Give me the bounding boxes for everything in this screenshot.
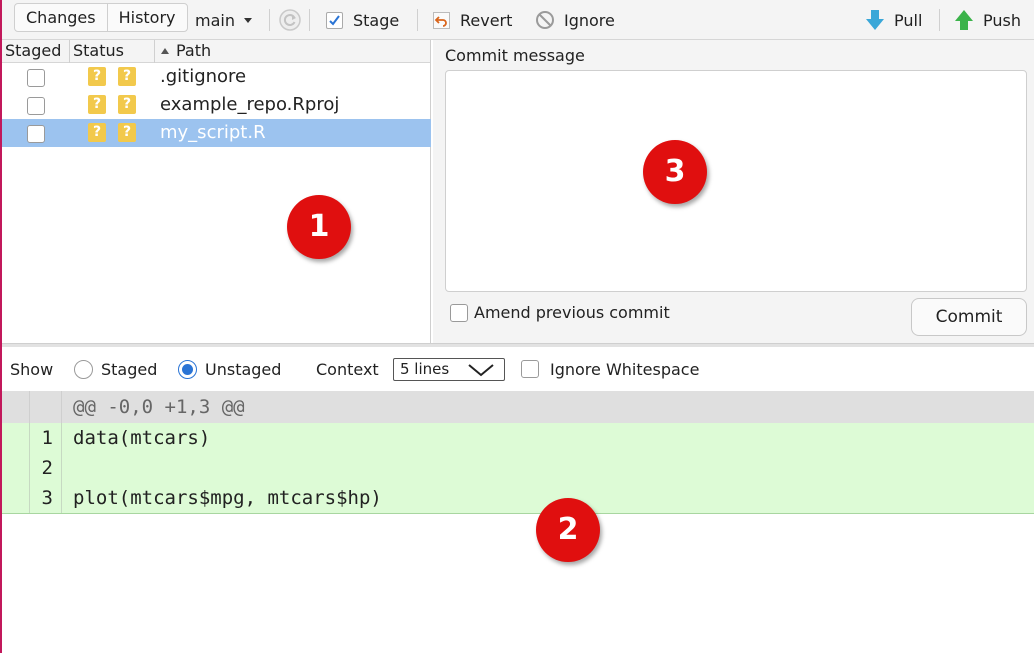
column-header-staged[interactable]: Staged [5,40,61,62]
diff-gutter-old [2,391,30,423]
file-list-panel: Staged Status Path ? ? .gitignore ? ? ex… [2,40,431,343]
revert-button[interactable]: Revert [433,0,512,40]
context-select-value: 5 lines [400,359,450,378]
ignore-whitespace-label: Ignore Whitespace [550,359,700,379]
status-untracked-badge: ? [118,67,136,86]
diff-gutter-old [2,483,30,513]
toolbar-divider [939,9,940,31]
diff-view: @@ -0,0 +1,3 @@ 1 data(mtcars) 2 3 plot(… [2,391,1034,514]
file-path: my_script.R [160,122,266,143]
revert-label: Revert [460,10,513,30]
show-label: Show [10,359,54,379]
stage-label: Stage [353,10,400,30]
diff-added-line[interactable]: 2 [2,453,1034,483]
chevron-down-icon [243,18,252,23]
status-untracked-badge: ? [88,67,106,86]
amend-checkbox[interactable] [450,303,468,322]
status-untracked-badge: ? [88,123,106,142]
file-path: .gitignore [160,66,247,87]
ignore-label: Ignore [564,10,615,30]
pull-button[interactable]: Pull [864,0,922,40]
hunk-header-text: @@ -0,0 +1,3 @@ [73,396,245,418]
toolbar: Changes History main Stage Revert Ignore [2,0,1034,40]
amend-option[interactable]: Amend previous commit [450,303,670,322]
staged-radio-label: Staged [101,359,158,379]
toolbar-divider [417,9,418,31]
column-header-status[interactable]: Status [73,40,124,62]
ignore-button[interactable]: Ignore [535,0,615,40]
commit-panel: Commit message Amend previous commit Com… [433,40,1034,343]
callout-badge-3: 3 [643,140,707,204]
status-untracked-badge: ? [88,95,106,114]
stage-button[interactable]: Stage [326,0,399,40]
diff-gutter-old [2,453,30,483]
commit-message-input[interactable] [445,70,1027,292]
status-untracked-badge: ? [118,95,136,114]
line-text: data(mtcars) [73,427,211,449]
column-header-path[interactable]: Path [160,40,211,62]
unstaged-radio[interactable] [178,359,197,379]
column-header-path-label: Path [176,41,212,60]
staged-checkbox[interactable] [27,69,45,87]
pull-label: Pull [894,10,923,30]
staged-checkbox[interactable] [27,97,45,115]
branch-name: main [195,10,235,30]
tab-changes[interactable]: Changes [15,4,107,31]
diff-options-bar: Show Staged Unstaged Context 5 lines Ign… [2,347,1034,391]
commit-button[interactable]: Commit [911,298,1027,336]
toolbar-divider [309,9,310,31]
ignore-icon [536,11,554,29]
diff-hunk-header: @@ -0,0 +1,3 @@ [2,391,1034,423]
unstaged-radio-label: Unstaged [205,359,282,379]
diff-end-border [2,513,1034,514]
ignore-whitespace-checkbox[interactable] [521,360,539,378]
line-number: 1 [30,423,62,453]
file-row[interactable]: ? ? .gitignore [2,63,431,91]
ignore-whitespace-option[interactable]: Ignore Whitespace [521,347,699,391]
file-list-header: Staged Status Path [2,40,430,63]
toolbar-divider [269,9,270,31]
context-select[interactable]: 5 lines [393,347,505,391]
context-select-box[interactable]: 5 lines [393,357,505,381]
push-button[interactable]: Push [953,0,1021,40]
file-row[interactable]: ? ? example_repo.Rproj [2,91,431,119]
diff-added-line[interactable]: 1 data(mtcars) [2,423,1034,453]
column-divider [154,40,155,63]
line-number: 3 [30,483,62,513]
tab-history[interactable]: History [106,4,187,31]
staged-checkbox[interactable] [27,125,45,143]
revert-icon [433,11,450,29]
commit-message-label: Commit message [445,46,585,65]
sort-ascending-icon [161,48,169,54]
branch-selector[interactable]: main [195,0,253,40]
staged-radio[interactable] [74,359,93,379]
refresh-icon [279,9,301,31]
amend-label: Amend previous commit [474,303,670,322]
push-arrow-icon [955,10,973,30]
diff-gutter-old [2,423,30,453]
line-text: plot(mtcars$mpg, mtcars$hp) [73,487,382,509]
chevron-down-icon [468,363,494,376]
pull-arrow-icon [866,10,884,30]
column-divider [69,40,70,63]
view-tabs: Changes History [14,3,188,32]
push-label: Push [983,10,1021,30]
callout-badge-2: 2 [536,498,600,562]
show-unstaged-option[interactable]: Unstaged [178,347,281,391]
refresh-button[interactable] [278,0,302,40]
context-label: Context [316,359,379,379]
file-row-selected[interactable]: ? ? my_script.R [2,119,431,147]
status-untracked-badge: ? [118,123,136,142]
callout-badge-1: 1 [287,195,351,259]
show-staged-option[interactable]: Staged [74,347,157,391]
file-path: example_repo.Rproj [160,94,340,115]
diff-added-line[interactable]: 3 plot(mtcars$mpg, mtcars$hp) [2,483,1034,513]
checkbox-checked-icon [326,11,343,29]
line-number: 2 [30,453,62,483]
diff-gutter-new [30,391,62,423]
